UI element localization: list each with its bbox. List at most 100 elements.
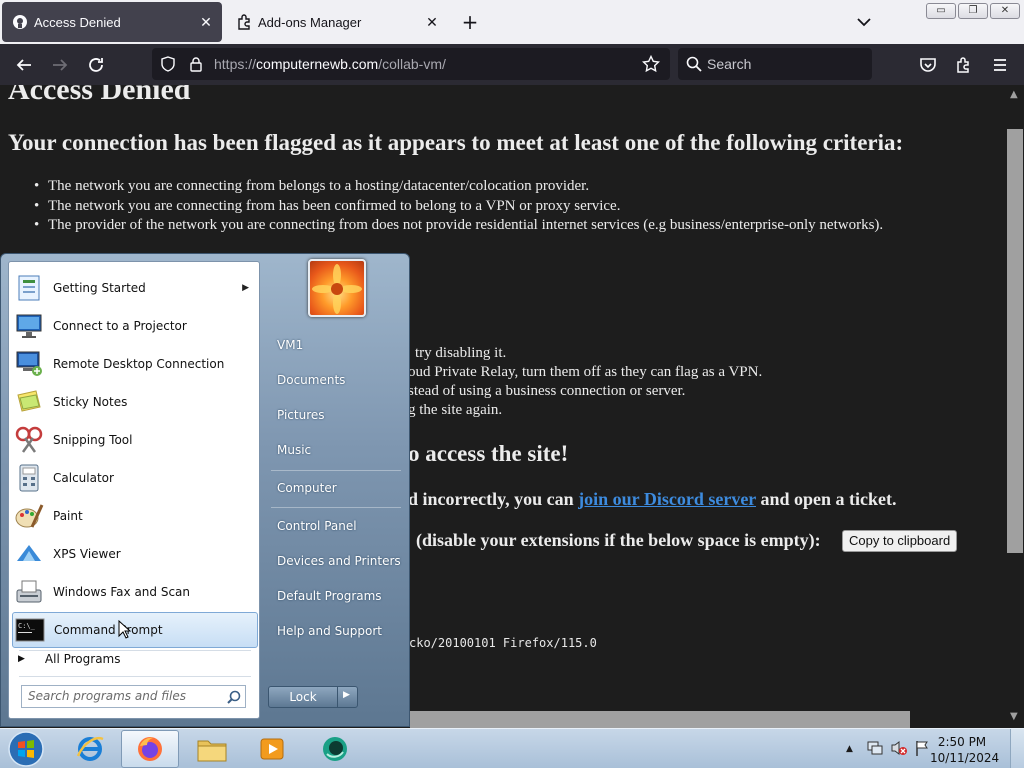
close-window-button[interactable]: ✕ (990, 3, 1020, 19)
lock-button[interactable]: Lock ▶ (268, 686, 358, 708)
search-placeholder: Search programs and files (28, 689, 186, 703)
pocket-icon[interactable] (915, 52, 941, 78)
program-label: Paint (53, 509, 83, 523)
link-user-folder[interactable]: VM1 (277, 338, 303, 352)
criteria-list: The network you are connecting from belo… (34, 177, 883, 236)
file-explorer-icon[interactable] (183, 730, 241, 768)
chevron-right-icon[interactable]: ▶ (343, 690, 350, 700)
xps-viewer-icon (12, 538, 46, 570)
system-clock[interactable]: 2:50 PM 10/11/2024 (930, 734, 1000, 766)
network-icon[interactable] (866, 739, 884, 760)
page-subtitle: Your connection has been flagged as it a… (8, 130, 904, 155)
clock-date: 10/11/2024 (930, 751, 1000, 765)
program-label: Windows Fax and Scan (53, 585, 191, 599)
program-label: Sticky Notes (53, 395, 128, 409)
step-line: try disabling it. (415, 345, 507, 361)
link-music[interactable]: Music (277, 443, 311, 457)
divider (337, 687, 338, 707)
link-pictures[interactable]: Pictures (277, 408, 325, 422)
program-connect-projector[interactable]: Connect to a Projector (12, 308, 258, 344)
horizontal-scrollbar-thumb[interactable] (410, 711, 910, 728)
search-icon[interactable] (227, 689, 241, 708)
chevron-down-icon[interactable] (852, 10, 876, 34)
access-heading: o access the site! (408, 441, 569, 466)
program-label: Getting Started (53, 281, 146, 295)
puzzle-icon (236, 14, 252, 30)
close-tab-icon[interactable]: ✕ (198, 14, 214, 31)
start-menu: Getting Started ▶ Connect to a Projector… (0, 253, 410, 727)
program-calculator[interactable]: Calculator (12, 460, 258, 496)
program-xps-viewer[interactable]: XPS Viewer (12, 536, 258, 572)
internet-explorer-icon[interactable] (61, 730, 119, 768)
program-paint[interactable]: Paint (12, 498, 258, 534)
tab-addons-manager[interactable]: Add-ons Manager ✕ (226, 2, 448, 42)
media-player-icon[interactable] (243, 730, 301, 768)
divider (19, 650, 251, 651)
forward-arrow-icon[interactable] (47, 52, 73, 78)
all-programs-button[interactable]: ▶ All Programs (18, 652, 121, 666)
program-label: Command Prompt (54, 623, 163, 637)
search-bar[interactable]: Search (678, 48, 872, 80)
app-taskbar-icon[interactable] (306, 730, 364, 768)
scroll-down-icon[interactable]: ▼ (1010, 711, 1018, 722)
tab-access-denied[interactable]: Access Denied ✕ (2, 2, 222, 42)
minimize-button[interactable]: ▭ (926, 3, 956, 19)
extensions-puzzle-icon[interactable] (951, 52, 977, 78)
show-desktop-button[interactable] (1010, 729, 1024, 768)
tracking-shield-icon[interactable] (160, 56, 176, 76)
all-programs-label: All Programs (44, 652, 121, 666)
step-line: stead of using a business connection or … (408, 383, 686, 399)
program-command-prompt[interactable]: C:\_ Command Prompt (12, 612, 258, 648)
show-hidden-icons-arrow-icon[interactable]: ▲ (846, 744, 853, 754)
program-sticky-notes[interactable]: Sticky Notes (12, 384, 258, 420)
new-tab-plus-icon[interactable]: + (458, 10, 482, 34)
projector-icon (12, 310, 46, 342)
program-remote-desktop[interactable]: Remote Desktop Connection (12, 346, 258, 382)
discord-link[interactable]: join our Discord server (578, 489, 756, 509)
lock-label: Lock (289, 690, 317, 704)
paint-icon (12, 500, 46, 532)
restore-button[interactable]: ❐ (958, 3, 988, 19)
url-text: https://computernewb.com/collab-vm/ (214, 56, 446, 72)
lock-icon[interactable] (188, 56, 204, 76)
program-fax-scan[interactable]: Windows Fax and Scan (12, 574, 258, 610)
copy-to-clipboard-button[interactable]: Copy to clipboard (842, 530, 958, 552)
link-documents[interactable]: Documents (277, 373, 345, 387)
vertical-scrollbar[interactable]: ▲ ▼ (1006, 85, 1024, 728)
program-label: Connect to a Projector (53, 319, 187, 333)
firefox-taskbar-icon[interactable] (121, 730, 179, 768)
link-computer[interactable]: Computer (277, 481, 337, 495)
start-orb-icon[interactable] (6, 730, 46, 768)
search-programs-input[interactable]: Search programs and files (21, 685, 246, 708)
scroll-up-icon[interactable]: ▲ (1010, 89, 1018, 100)
volume-muted-icon[interactable] (890, 739, 908, 760)
scrollbar-thumb[interactable] (1007, 129, 1023, 553)
divider (19, 676, 251, 677)
user-agent-text: cko/20100101 Firefox/115.0 (409, 636, 597, 650)
snipping-tool-icon (12, 424, 46, 456)
step-line: g the site again. (408, 402, 503, 418)
program-label: XPS Viewer (53, 547, 121, 561)
program-getting-started[interactable]: Getting Started ▶ (12, 270, 258, 306)
support-line: d incorrectly, you can join our Discord … (408, 489, 897, 509)
step-line: oud Private Relay, turn them off as they… (408, 364, 763, 380)
clock-time: 2:50 PM (937, 735, 987, 749)
start-menu-programs-pane: Getting Started ▶ Connect to a Projector… (8, 261, 260, 719)
link-devices-printers[interactable]: Devices and Printers (277, 554, 401, 568)
program-snipping-tool[interactable]: Snipping Tool (12, 422, 258, 458)
link-help-support[interactable]: Help and Support (277, 624, 382, 638)
close-tab-icon[interactable]: ✕ (424, 14, 440, 31)
divider (271, 470, 401, 471)
url-bar[interactable]: https://computernewb.com/collab-vm/ (152, 48, 670, 80)
bookmark-star-icon[interactable] (641, 54, 661, 77)
action-center-flag-icon[interactable] (914, 739, 930, 760)
reload-icon[interactable] (83, 52, 109, 78)
link-control-panel[interactable]: Control Panel (277, 519, 357, 533)
site-favicon-icon (12, 14, 28, 30)
back-arrow-icon[interactable] (11, 52, 37, 78)
hamburger-menu-icon[interactable] (987, 52, 1013, 78)
link-default-programs[interactable]: Default Programs (277, 589, 382, 603)
sticky-notes-icon (12, 386, 46, 418)
navigation-toolbar: https://computernewb.com/collab-vm/ Sear… (0, 44, 1024, 85)
user-avatar[interactable] (308, 259, 366, 317)
